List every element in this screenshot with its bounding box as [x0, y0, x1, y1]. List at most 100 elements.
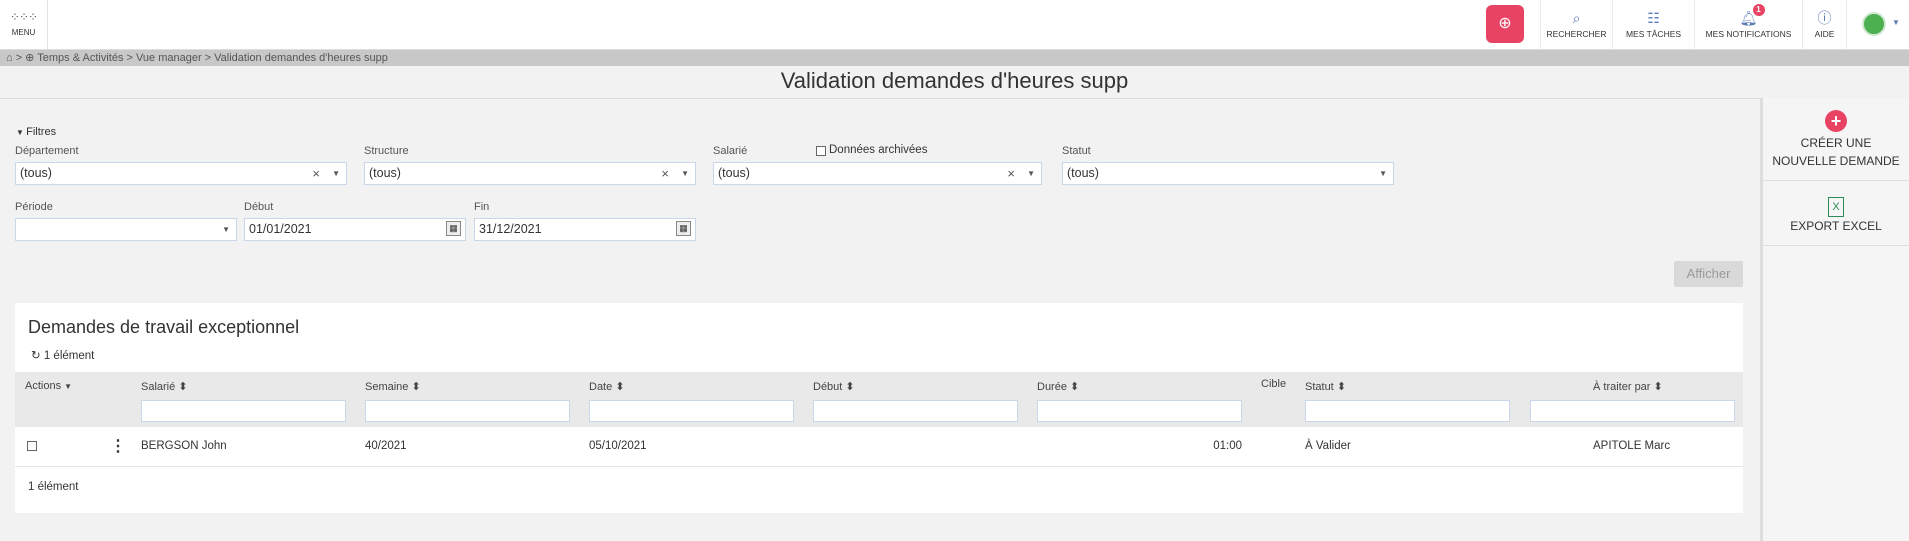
- table-title: Demandes de travail exceptionnel: [28, 317, 300, 337]
- element-count-footer: 1 élément: [28, 481, 79, 493]
- sort-icon: ⬍: [1070, 381, 1080, 393]
- help-label: AIDE: [1814, 29, 1835, 39]
- debut-label: Début: [244, 201, 274, 213]
- sort-icon: ⬍: [615, 381, 625, 393]
- plus-circle-icon: ⊕: [1498, 15, 1512, 32]
- archived-label: Données archivées: [829, 144, 928, 156]
- archived-checkbox[interactable]: [816, 146, 826, 156]
- salarie-filter-input[interactable]: [141, 400, 346, 422]
- breadcrumb[interactable]: ⌂ > ⊕ Temps & Activités > Vue manager > …: [0, 50, 1909, 66]
- chevron-down-icon: ▼: [222, 225, 230, 234]
- caret-down-icon: ▼: [16, 128, 27, 137]
- afficher-button[interactable]: Afficher: [1674, 261, 1743, 287]
- duree-filter-input[interactable]: [1037, 400, 1242, 422]
- create-request-label: CRÉER UNE NOUVELLE DEMANDE: [1772, 136, 1900, 168]
- cell-statut: À Valider: [1305, 440, 1351, 452]
- salarie-select[interactable]: (tous) × ▼: [713, 162, 1042, 185]
- traiter-header[interactable]: À traiter par ⬍: [1593, 380, 1663, 393]
- actions-header[interactable]: Actions ▼: [25, 380, 72, 392]
- statut-filter-input[interactable]: [1305, 400, 1510, 422]
- page-title: Validation demandes d'heures supp: [780, 68, 1129, 93]
- plus-circle-icon: +: [1767, 108, 1905, 134]
- export-excel-button[interactable]: X EXPORT EXCEL: [1763, 181, 1909, 246]
- excel-icon: X: [1767, 191, 1905, 217]
- chevron-down-icon: ▼: [332, 169, 340, 178]
- element-count-label: 1 élément: [43, 350, 95, 362]
- calendar-icon[interactable]: ▦: [446, 221, 461, 236]
- date-filter-input[interactable]: [589, 400, 794, 422]
- departement-label: Département: [15, 145, 79, 157]
- salarie-header-label: Salarié: [141, 381, 176, 393]
- fin-value: 31/12/2021: [479, 222, 542, 236]
- departement-select[interactable]: (tous) × ▼: [15, 162, 347, 185]
- salarie-value: (tous): [718, 166, 750, 180]
- row-checkbox[interactable]: [27, 441, 37, 451]
- periode-label: Période: [15, 201, 53, 213]
- traiter-header-label: À traiter par: [1593, 381, 1651, 393]
- search-label: RECHERCHER: [1546, 29, 1607, 39]
- notifications-button[interactable]: 🔔︎ 1 MES NOTIFICATIONS: [1694, 0, 1802, 50]
- top-bar: ⁘⁘⁘ MENU ⊕ ⌕ RECHERCHER ☷ MES TÂCHES 🔔︎ …: [0, 0, 1909, 50]
- side-actions-panel: + CRÉER UNE NOUVELLE DEMANDE X EXPORT EX…: [1760, 98, 1909, 541]
- filters-toggle-label: Filtres: [26, 126, 57, 138]
- create-request-button[interactable]: + CRÉER UNE NOUVELLE DEMANDE: [1763, 98, 1909, 181]
- statut-select[interactable]: (tous) ▼: [1062, 162, 1394, 185]
- filters-toggle[interactable]: ▼ Filtres: [16, 126, 56, 138]
- semaine-header-label: Semaine: [365, 381, 409, 393]
- semaine-header[interactable]: Semaine ⬍: [365, 380, 421, 393]
- salarie-header[interactable]: Salarié ⬍: [141, 380, 188, 393]
- tasks-button[interactable]: ☷ MES TÂCHES: [1612, 0, 1694, 50]
- clear-icon[interactable]: ×: [1007, 163, 1015, 184]
- periode-select[interactable]: ▼: [15, 218, 237, 241]
- export-excel-label: EXPORT EXCEL: [1790, 219, 1882, 233]
- debut-header-label: Début: [813, 381, 843, 393]
- structure-value: (tous): [369, 166, 401, 180]
- debut-filter-input[interactable]: [813, 400, 1018, 422]
- bell-icon: 🔔︎: [1739, 10, 1758, 26]
- refresh-icon[interactable]: ↻: [31, 350, 41, 362]
- statut-header-label: Statut: [1305, 381, 1334, 393]
- semaine-filter-input[interactable]: [365, 400, 570, 422]
- clear-icon[interactable]: ×: [661, 163, 669, 184]
- fin-date-input[interactable]: 31/12/2021 ▦: [474, 218, 696, 241]
- more-vertical-icon[interactable]: ⋮: [110, 436, 126, 456]
- sort-icon: ⬍: [845, 381, 855, 393]
- help-button[interactable]: ⓘ AIDE: [1802, 0, 1846, 50]
- fin-label: Fin: [474, 201, 490, 213]
- duree-header-label: Durée: [1037, 381, 1067, 393]
- table-row[interactable]: ⋮ BERGSON John 40/2021 05/10/2021 01:00 …: [15, 427, 1743, 467]
- traiter-filter-input[interactable]: [1530, 400, 1735, 422]
- table-header: Actions ▼ Salarié ⬍ Semaine ⬍ Date ⬍ Déb…: [15, 372, 1743, 427]
- structure-select[interactable]: (tous) × ▼: [364, 162, 696, 185]
- cell-duree: 01:00: [1213, 440, 1242, 452]
- departement-value: (tous): [20, 166, 52, 180]
- debut-value: 01/01/2021: [249, 222, 312, 236]
- cell-semaine: 40/2021: [365, 440, 407, 452]
- statut-label: Statut: [1062, 145, 1091, 157]
- structure-label: Structure: [364, 145, 409, 157]
- chevron-down-icon: ▼: [1892, 18, 1900, 27]
- salarie-label: Salarié: [713, 145, 748, 157]
- menu-button[interactable]: ⁘⁘⁘ MENU: [0, 0, 48, 50]
- debut-date-input[interactable]: 01/01/2021 ▦: [244, 218, 466, 241]
- tasks-icon: ☷: [1647, 10, 1660, 26]
- duree-header[interactable]: Durée ⬍: [1037, 380, 1079, 393]
- quick-add-button[interactable]: ⊕: [1486, 5, 1524, 43]
- chevron-down-icon: ▼: [1379, 169, 1387, 178]
- notification-badge: 1: [1752, 4, 1765, 16]
- avatar[interactable]: [1862, 12, 1886, 36]
- sort-icon: ⬍: [178, 381, 188, 393]
- clear-icon[interactable]: ×: [312, 163, 320, 184]
- search-button[interactable]: ⌕ RECHERCHER: [1540, 0, 1612, 50]
- sort-icon: ⬍: [411, 381, 421, 393]
- requests-card: Demandes de travail exceptionnel ↻ 1 élé…: [15, 303, 1743, 513]
- menu-label: MENU: [11, 28, 36, 37]
- calendar-icon[interactable]: ▦: [676, 221, 691, 236]
- date-header-label: Date: [589, 381, 613, 393]
- date-header[interactable]: Date ⬍: [589, 380, 625, 393]
- chevron-down-icon: ▼: [1027, 169, 1035, 178]
- sort-icon: ⬍: [1336, 381, 1347, 393]
- debut-header[interactable]: Début ⬍: [813, 380, 855, 393]
- divider: [0, 98, 1760, 99]
- statut-header[interactable]: Statut ⬍: [1305, 380, 1346, 393]
